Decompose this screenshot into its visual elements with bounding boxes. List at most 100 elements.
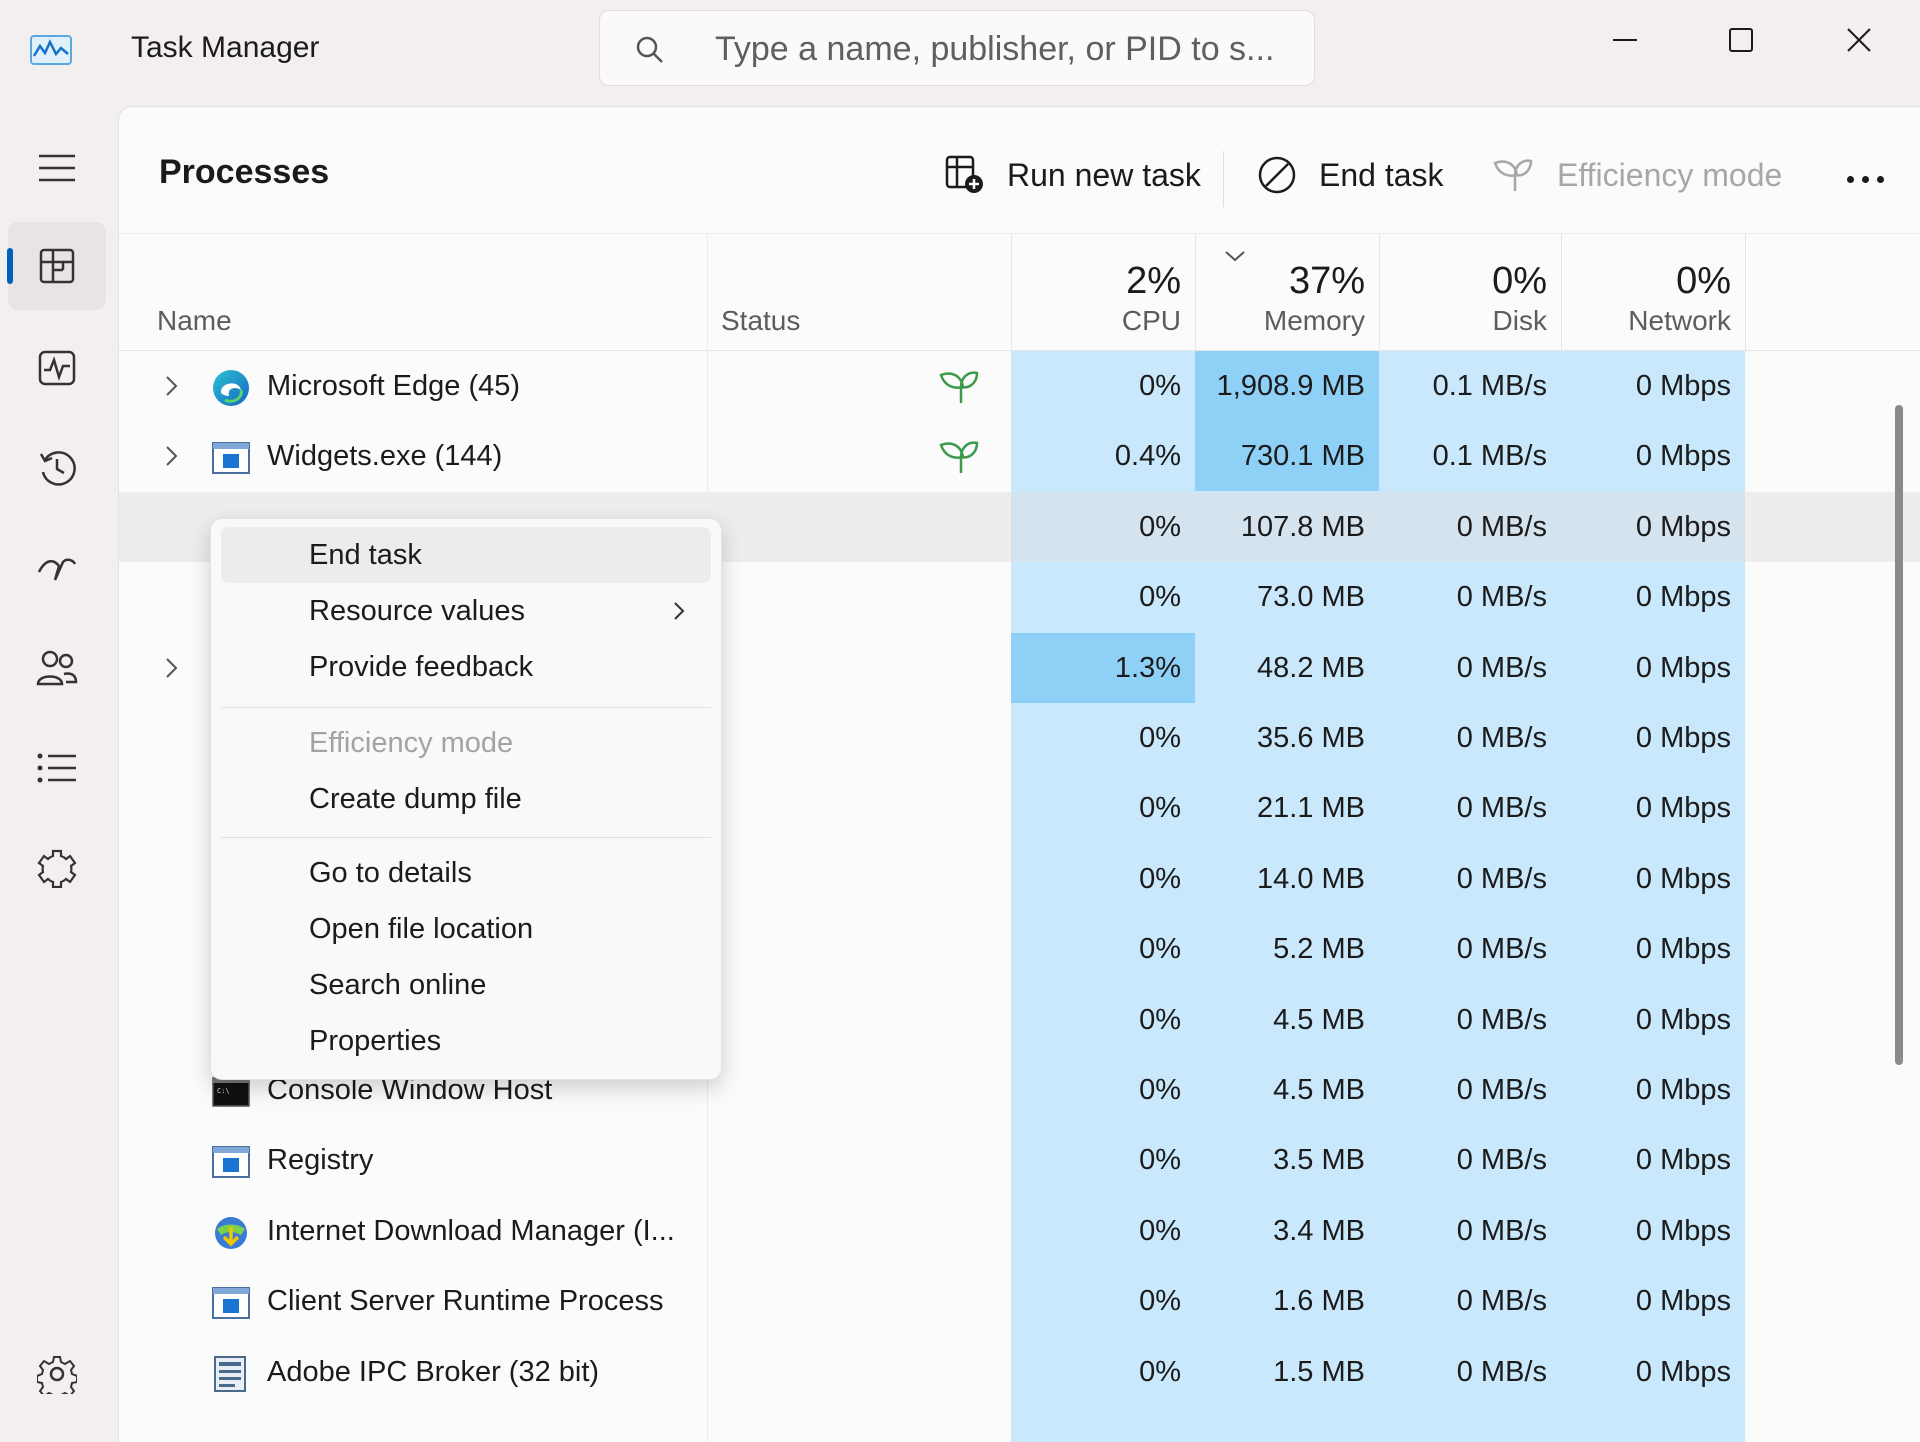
cpu-value: 0% xyxy=(1139,1214,1181,1247)
page-title: Processes xyxy=(159,153,330,191)
nav-startup-apps[interactable] xyxy=(8,524,106,612)
network-value: 0 Mbps xyxy=(1635,581,1731,614)
more-options-button[interactable] xyxy=(1835,159,1895,199)
menu-item-resource-values[interactable]: Resource values xyxy=(221,583,711,639)
more-dot-icon xyxy=(1876,175,1884,183)
search-box[interactable] xyxy=(599,10,1315,86)
toolbar-separator xyxy=(1223,151,1224,207)
efficiency-mode-button[interactable]: Efficiency mode xyxy=(1491,137,1782,213)
nav-performance[interactable] xyxy=(8,324,106,412)
memory-value: 3.5 MB xyxy=(1273,1144,1365,1177)
memory-value: 1.5 MB xyxy=(1273,1355,1365,1388)
disk-value: 0 MB/s xyxy=(1456,1355,1547,1388)
edge-icon xyxy=(213,370,249,406)
chevron-right-icon[interactable] xyxy=(159,374,183,398)
menu-item-end-task[interactable]: End task xyxy=(221,527,711,583)
nav-app-history[interactable] xyxy=(8,424,106,512)
cpu-value: 0% xyxy=(1139,581,1181,614)
disk-value: 0.1 MB/s xyxy=(1432,370,1547,402)
cpu-value: 0% xyxy=(1139,1355,1181,1388)
column-network[interactable]: 0% Network xyxy=(1561,234,1745,351)
search-icon xyxy=(636,36,663,63)
nav-processes[interactable] xyxy=(7,222,106,310)
menu-item-label: End task xyxy=(309,539,422,571)
column-memory[interactable]: 37% Memory xyxy=(1195,234,1379,351)
menu-item-provide-feedback[interactable]: Provide feedback xyxy=(221,639,711,695)
end-task-button[interactable]: End task xyxy=(1257,137,1444,213)
chevron-right-icon[interactable] xyxy=(159,656,183,680)
column-disk[interactable]: 0% Disk xyxy=(1379,234,1561,351)
hamburger-menu-button[interactable] xyxy=(8,124,106,212)
search-input[interactable] xyxy=(715,29,1295,69)
window-app-icon xyxy=(212,1146,250,1179)
process-name: Registry xyxy=(267,1144,374,1177)
memory-value: 107.8 MB xyxy=(1195,491,1379,562)
menu-item-label: Efficiency mode xyxy=(309,727,514,759)
network-value: 0 Mbps xyxy=(1635,651,1731,684)
cpu-value: 0% xyxy=(1139,862,1181,895)
hamburger-menu-icon xyxy=(39,154,75,182)
idm-icon xyxy=(215,1216,247,1249)
memory-value: 3.4 MB xyxy=(1273,1214,1365,1247)
svg-text:C:\: C:\ xyxy=(217,1087,230,1095)
menu-item-create-dump-file[interactable]: Create dump file xyxy=(221,771,711,827)
nav-users[interactable] xyxy=(8,624,106,712)
disk-value: 0 MB/s xyxy=(1379,491,1561,562)
window-app-icon xyxy=(212,1287,250,1320)
column-name[interactable]: Name xyxy=(157,234,707,351)
nav-settings[interactable] xyxy=(8,1330,106,1418)
maximize-icon xyxy=(1729,28,1753,52)
disk-value: 0 MB/s xyxy=(1456,581,1547,614)
minimize-icon xyxy=(1613,39,1637,41)
menu-item-label: Properties xyxy=(309,1025,442,1057)
task-manager-app-icon xyxy=(30,35,72,65)
menu-item-go-to-details[interactable]: Go to details xyxy=(221,845,711,901)
process-name: Client Server Runtime Process xyxy=(267,1285,664,1318)
memory-value: 35.6 MB xyxy=(1257,722,1365,754)
table-row[interactable]: Microsoft Edge (45) 0% 1,908.9 MB 0.1 MB/s 0… xyxy=(119,351,1920,421)
run-new-task-button[interactable]: Run new task xyxy=(945,137,1201,213)
menu-item-efficiency-mode: Efficiency mode xyxy=(221,715,711,771)
menu-item-properties[interactable]: Properties xyxy=(221,1013,711,1069)
memory-value: 1.6 MB xyxy=(1273,1285,1365,1318)
cpu-value: 0% xyxy=(1139,1003,1181,1036)
table-row[interactable]: Client Server Runtime Process 0% 1.6 MB 0 M… xyxy=(119,1266,1920,1336)
memory-value: 73.0 MB xyxy=(1257,581,1365,614)
menu-separator xyxy=(221,837,711,838)
memory-value: 4.5 MB xyxy=(1273,1003,1365,1036)
app-title: Task Manager xyxy=(131,31,320,64)
menu-item-open-file-location[interactable]: Open file location xyxy=(221,901,711,957)
efficiency-mode-label: Efficiency mode xyxy=(1557,156,1783,193)
network-value: 0 Mbps xyxy=(1561,491,1745,562)
cpu-value: 0% xyxy=(1139,1074,1181,1106)
maximize-button[interactable] xyxy=(1706,10,1776,70)
memory-value: 14.0 MB xyxy=(1257,862,1365,895)
disk-value: 0 MB/s xyxy=(1456,862,1547,895)
column-cpu[interactable]: 2% CPU xyxy=(1011,234,1195,351)
table-row[interactable]: Adobe IPC Broker (32 bit) 0% 1.5 MB 0 MB/s 0… xyxy=(119,1337,1920,1407)
services-icon xyxy=(37,849,77,888)
network-value: 0 Mbps xyxy=(1635,1355,1731,1388)
minimize-button[interactable] xyxy=(1590,10,1660,70)
network-value: 0 Mbps xyxy=(1635,1214,1731,1247)
table-row[interactable]: Registry 0% 3.5 MB 0 MB/s 0 Mbps xyxy=(119,1125,1920,1195)
vertical-scrollbar[interactable] xyxy=(1895,405,1903,1065)
chevron-right-icon[interactable] xyxy=(159,444,183,468)
efficiency-leaf-icon xyxy=(939,371,979,403)
network-value: 0 Mbps xyxy=(1635,1074,1731,1106)
table-row[interactable]: Internet Download Manager (I... 0% 3.4 MB 0… xyxy=(119,1196,1920,1266)
menu-separator xyxy=(221,707,711,708)
nav-services[interactable] xyxy=(8,824,106,912)
menu-item-search-online[interactable]: Search online xyxy=(221,957,711,1013)
table-row[interactable]: Widgets.exe (144) 0.4% 730.1 MB 0.1 MB/s 0 M… xyxy=(119,421,1920,492)
network-value: 0 Mbps xyxy=(1635,933,1731,966)
memory-value: 1,908.9 MB xyxy=(1195,351,1379,421)
nav-details[interactable] xyxy=(8,724,106,812)
column-status[interactable]: Status xyxy=(721,234,1011,351)
close-button[interactable] xyxy=(1824,10,1894,70)
end-task-label: End task xyxy=(1319,156,1444,193)
cpu-value: 0% xyxy=(1139,1144,1181,1177)
table-header: Name Status 2% CPU 37% Memory 0% Disk 0%… xyxy=(119,233,1920,352)
network-value: 0 Mbps xyxy=(1635,1285,1731,1318)
cpu-value: 0.4% xyxy=(1114,440,1181,473)
